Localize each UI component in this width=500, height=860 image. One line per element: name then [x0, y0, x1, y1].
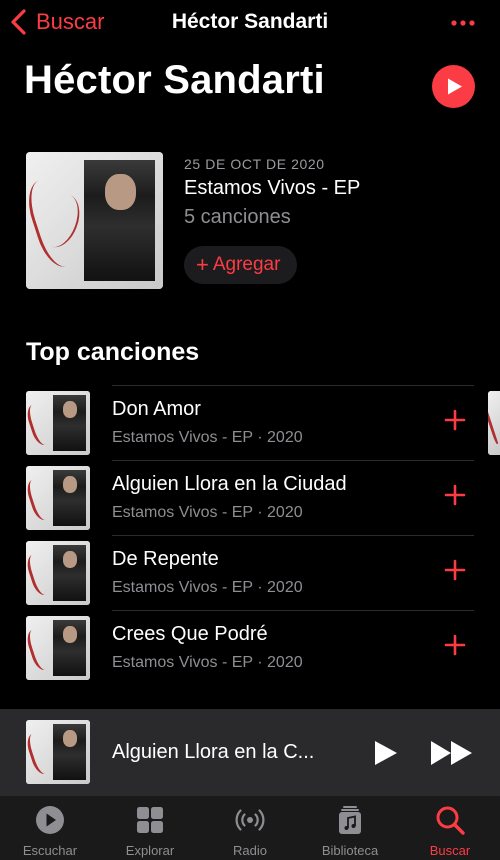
tab-buscar[interactable]: Buscar — [400, 796, 500, 860]
song-artwork — [26, 391, 90, 455]
now-playing-title: Alguien Llora en la C... — [112, 741, 315, 763]
song-row[interactable]: Alguien Llora en la Ciudad Estamos Vivos… — [0, 460, 500, 535]
tab-label: Buscar — [429, 843, 471, 858]
artist-name: Héctor Sandarti — [24, 58, 325, 102]
song-title: De Repente — [112, 548, 219, 570]
tab-label: Biblioteca — [321, 843, 379, 858]
top-songs-list: Don Amor Estamos Vivos - EP · 2020 Algui… — [0, 385, 500, 685]
song-subtitle: Estamos Vivos - EP · 2020 — [112, 504, 303, 521]
release-song-count: 5 canciones — [184, 206, 291, 228]
add-song-icon[interactable] — [444, 484, 466, 506]
song-subtitle: Estamos Vivos - EP · 2020 — [112, 429, 303, 446]
release-date: 25 DE OCT DE 2020 — [184, 156, 325, 172]
song-title: Alguien Llora en la Ciudad — [112, 473, 347, 495]
tab-radio[interactable]: Radio — [200, 796, 300, 860]
song-subtitle: Estamos Vivos - EP · 2020 — [112, 654, 303, 671]
song-title: Don Amor — [112, 398, 201, 420]
tab-label: Radio — [233, 843, 267, 858]
tab-biblioteca[interactable]: Biblioteca — [300, 796, 400, 860]
mini-player[interactable]: Alguien Llora en la C... — [0, 709, 500, 795]
play-icon[interactable] — [373, 739, 399, 767]
tab-label: Escuchar — [22, 843, 78, 858]
grid-icon — [137, 807, 163, 833]
next-column-artwork[interactable] — [488, 391, 500, 455]
add-label: Agregar — [212, 254, 281, 275]
song-title: Crees Que Podré — [112, 623, 268, 645]
add-release-button[interactable]: + Agregar — [184, 246, 298, 284]
divider — [112, 610, 474, 611]
add-song-icon[interactable] — [444, 634, 466, 656]
song-artwork — [26, 466, 90, 530]
add-song-icon[interactable] — [444, 409, 466, 431]
play-icon — [448, 78, 462, 95]
top-songs-title[interactable]: Top canciones — [26, 338, 199, 367]
add-song-icon[interactable] — [444, 559, 466, 581]
album-cover[interactable] — [26, 152, 163, 289]
plus-icon: + — [196, 252, 209, 277]
fast-forward-icon[interactable] — [430, 740, 474, 766]
search-icon — [436, 806, 465, 835]
song-subtitle: Estamos Vivos - EP · 2020 — [112, 579, 303, 596]
tab-label: Explorar — [125, 843, 175, 858]
album-art-image — [26, 152, 163, 289]
radio-icon — [235, 809, 265, 831]
song-row[interactable]: De Repente Estamos Vivos - EP · 2020 — [0, 535, 500, 610]
now-playing-artwork — [26, 720, 90, 784]
navigation-bar: Buscar Héctor Sandarti — [0, 0, 500, 48]
tab-explorar[interactable]: Explorar — [100, 796, 200, 860]
song-artwork — [26, 616, 90, 680]
release-title[interactable]: Estamos Vivos - EP — [184, 177, 360, 200]
song-row[interactable]: Don Amor Estamos Vivos - EP · 2020 — [0, 385, 500, 460]
play-circle-icon — [36, 806, 64, 834]
song-artwork — [26, 541, 90, 605]
tab-escuchar[interactable]: Escuchar — [0, 796, 100, 860]
more-icon[interactable] — [450, 16, 476, 30]
song-row[interactable]: Crees Que Podré Estamos Vivos - EP · 202… — [0, 610, 500, 685]
divider — [112, 385, 474, 386]
tab-bar: Escuchar Explorar Radio Biblioteca Busca… — [0, 795, 500, 860]
nav-title: Héctor Sandarti — [171, 10, 329, 33]
library-icon — [339, 806, 361, 834]
play-artist-button[interactable] — [432, 65, 475, 108]
divider — [112, 535, 474, 536]
divider — [112, 460, 474, 461]
